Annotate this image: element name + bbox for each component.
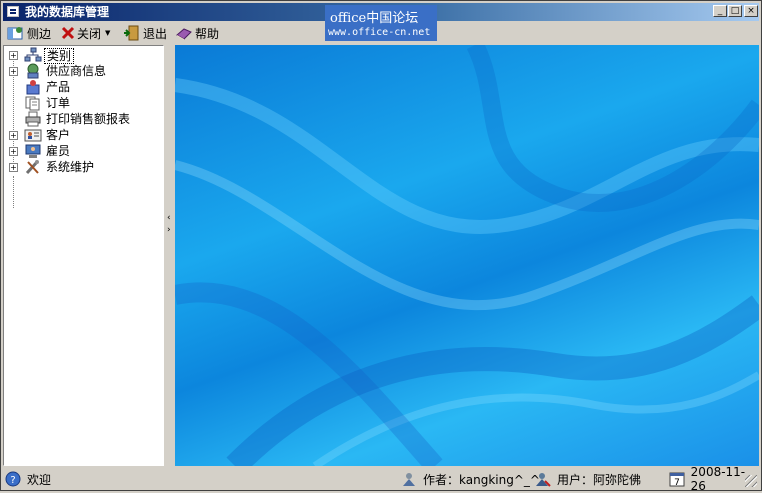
main-window: 我的数据库管理 _ □ × office中国论坛 www.office-cn.n… (0, 0, 762, 493)
tree-item-label: 系统维护 (46, 160, 95, 174)
tree-item-label: 供应商信息 (46, 64, 107, 78)
status-bar: ? 欢迎 作者：kangking^_^ 用户：阿弥陀佛 7 2008-11-26 (3, 465, 759, 493)
author-icon (403, 473, 415, 486)
status-user-text: 用户：阿弥陀佛 (557, 472, 642, 487)
maximize-button[interactable]: □ (728, 5, 742, 17)
exit-button-label: 退出 (143, 26, 168, 41)
tree-connector-line-lower (13, 176, 14, 208)
tree-expander[interactable]: + (9, 51, 18, 60)
main-content-area (175, 45, 759, 466)
svg-text:?: ? (10, 475, 15, 486)
tree-expander[interactable]: + (9, 67, 18, 76)
expand-right-arrow-icon[interactable]: › (167, 225, 171, 235)
printer-icon (25, 111, 41, 127)
collapse-left-arrow-icon[interactable]: ‹ (167, 213, 171, 223)
watermark-title: office中国论坛 (330, 11, 419, 26)
watermark-url: www.office-cn.net (328, 27, 431, 38)
close-dropdown-arrow-icon[interactable]: ▼ (105, 29, 110, 37)
info-icon: ? (5, 471, 21, 487)
employee-icon (25, 144, 41, 158)
exit-door-icon (124, 25, 139, 41)
app-icon (7, 6, 19, 17)
window-title: 我的数据库管理 (25, 5, 110, 19)
background-wave-image (175, 45, 759, 466)
help-button-label: 帮助 (195, 26, 220, 41)
calendar-icon: 7 (669, 472, 685, 487)
supplier-icon (27, 63, 39, 79)
tree-item-supplier[interactable]: + 供应商信息 (4, 63, 163, 79)
tree-item-print-sales-report[interactable]: 打印销售额报表 (4, 111, 163, 127)
exit-button[interactable]: 退出 (123, 24, 167, 42)
tree-item-customer[interactable]: + 客户 (4, 127, 163, 143)
tools-icon (25, 160, 39, 175)
order-icon (25, 96, 40, 111)
pane-splitter[interactable]: ‹ › (165, 45, 174, 466)
tree-item-employee[interactable]: + 雇员 (4, 143, 163, 159)
calendar-day-text: 7 (674, 478, 680, 487)
close-window-button[interactable]: × (744, 5, 758, 17)
help-book-icon (176, 28, 192, 40)
close-icon (61, 26, 75, 40)
close-button-label: 关闭 (77, 26, 102, 41)
tree-expander[interactable]: + (9, 131, 18, 140)
tree-item-category[interactable]: + 类别 (4, 47, 163, 64)
sidebar-button-label: 侧边 (27, 26, 52, 41)
tree-expander[interactable]: + (9, 163, 18, 172)
tree-item-order[interactable]: 订单 (4, 95, 163, 111)
resize-grip[interactable] (745, 475, 757, 487)
tree-item-label: 客户 (46, 128, 71, 142)
tree-item-label: 打印销售额报表 (46, 112, 131, 126)
tree-item-label: 类别 (44, 48, 75, 64)
navigation-tree[interactable]: + 类别 + 供应商信息 产品 订单 打印销售额报表 + 客户 + 雇员 + 系… (3, 45, 164, 466)
minimize-button[interactable]: _ (713, 5, 727, 17)
status-author-text: 作者：kangking^_^ (423, 472, 540, 487)
tree-item-system-maintenance[interactable]: + 系统维护 (4, 159, 163, 175)
watermark-logo: office中国论坛 www.office-cn.net (325, 5, 437, 41)
tree-item-label: 订单 (46, 96, 71, 110)
tree-item-label: 雇员 (46, 144, 71, 158)
close-button[interactable]: 关闭 ▼ (61, 24, 110, 42)
product-icon (26, 80, 40, 95)
tree-expander[interactable]: + (9, 147, 18, 156)
status-user: 用户：阿弥陀佛 (535, 470, 641, 488)
user-icon (536, 473, 551, 487)
tree-item-product[interactable]: 产品 (4, 79, 163, 95)
customer-icon (24, 129, 42, 142)
status-welcome: ? 欢迎 (5, 470, 51, 488)
category-icon (24, 47, 42, 62)
status-author: 作者：kangking^_^ (401, 470, 540, 488)
tree-item-label: 产品 (46, 80, 71, 94)
sidebar-button[interactable]: 侧边 (7, 24, 51, 42)
status-welcome-text: 欢迎 (27, 472, 52, 487)
help-button[interactable]: 帮助 (175, 24, 219, 42)
sidebar-icon (7, 27, 23, 40)
